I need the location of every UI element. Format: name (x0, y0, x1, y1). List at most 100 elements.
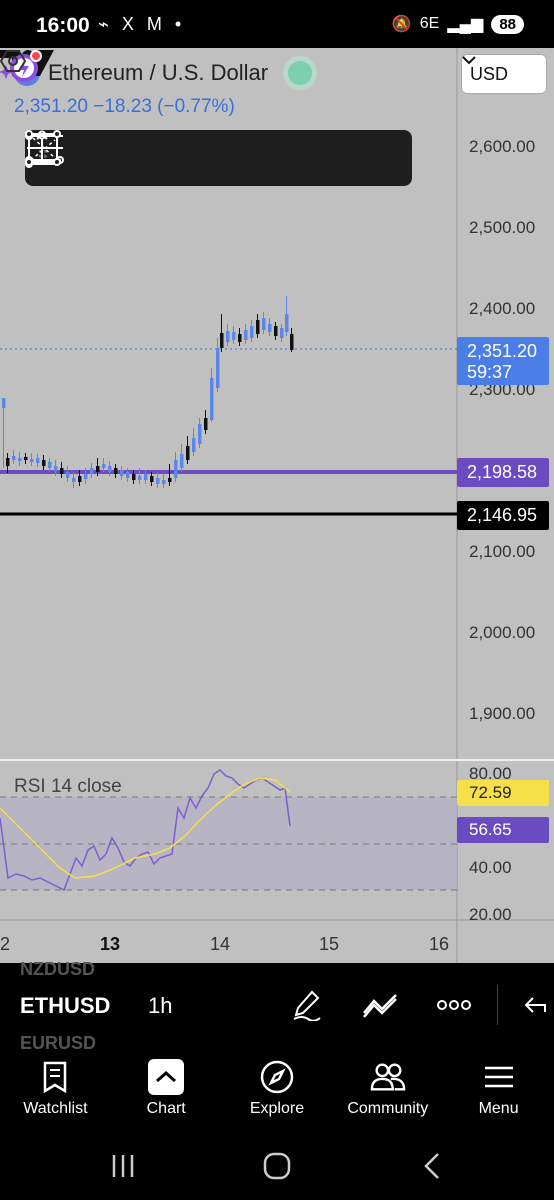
time-axis-label: 16 (429, 934, 450, 954)
candle-body (262, 318, 266, 330)
horizontal-ray-icon[interactable] (25, 130, 293, 186)
indicators-icon[interactable] (358, 983, 402, 1027)
symbol-bar: NZDUSD ETHUSD 1h EURUSD (0, 959, 554, 1054)
candle-body (285, 314, 289, 332)
candle-body (198, 424, 202, 444)
candle-body (238, 334, 242, 342)
status-bar: 16:00 ⌁ X M • 🔕 6E ▂▄▆ 88 (0, 0, 554, 48)
back-icon[interactable] (418, 1151, 448, 1181)
candle-body (274, 326, 278, 336)
candle-body (2, 398, 6, 408)
nav-item-chart[interactable]: Chart (111, 1053, 222, 1131)
candle-body (256, 320, 260, 334)
draw-pen-icon[interactable] (285, 983, 329, 1027)
fib-channel-icon[interactable] (25, 130, 351, 186)
candle-body (126, 472, 130, 478)
candle-body (280, 328, 284, 338)
rsi-axis-label: 20.00 (469, 905, 512, 924)
nav-label: Community (347, 1100, 429, 1117)
previous-symbol[interactable]: NZDUSD (20, 959, 95, 980)
nav-item-watchlist[interactable]: Watchlist (0, 1053, 111, 1131)
nav-label: Watchlist (23, 1100, 88, 1117)
current-price-tag: 2,351.20 59:37 (457, 337, 549, 385)
currency-select[interactable]: USD (461, 54, 547, 94)
system-nav (0, 1131, 554, 1200)
market-status-icon[interactable] (288, 61, 313, 85)
community-icon (370, 1059, 406, 1095)
rsi-ma-tag: 72.59 (457, 780, 549, 806)
candle-body (290, 334, 294, 350)
candle-body (204, 418, 208, 430)
network-label: 6E (419, 15, 440, 32)
nav-item-explore[interactable]: Explore (222, 1053, 333, 1131)
undo-icon[interactable] (518, 983, 554, 1027)
candle-body (244, 330, 248, 340)
price-axis-label: 2,000.00 (469, 623, 536, 642)
purple-line-price-tag: 2,198.58 (457, 458, 549, 487)
fib-extension-icon[interactable] (25, 130, 177, 186)
candle-body (54, 466, 58, 471)
drawing-toolbar: ⠿ (25, 130, 412, 186)
candle-body (120, 470, 124, 476)
next-symbol[interactable]: EURUSD (20, 1033, 96, 1054)
candle-body (232, 332, 236, 340)
candle-body (30, 459, 34, 462)
candlestick-series (2, 296, 294, 488)
candle-body (162, 480, 166, 484)
black-line-price-tag: 2,146.95 (457, 501, 549, 530)
candle-body (60, 468, 64, 474)
nav-item-community[interactable]: Community (332, 1053, 443, 1131)
nav-label: Menu (478, 1100, 519, 1117)
notification-icons: ⌁ X M • (98, 14, 186, 34)
status-right: 🔕 6E ▂▄▆ 88 (392, 14, 524, 34)
candle-body (250, 326, 254, 338)
time-axis-label: 15 (319, 934, 340, 954)
candle-body (138, 476, 142, 480)
candle-body (18, 458, 22, 461)
candle-body (174, 460, 178, 478)
candle-body (144, 474, 148, 480)
more-options-icon[interactable] (432, 983, 476, 1027)
nav-label: Chart (146, 1100, 186, 1117)
rsi-axis-label: 40.00 (469, 858, 512, 877)
rsi-value-tag: 56.65 (457, 817, 549, 843)
candle-body (220, 333, 224, 348)
candle-body (132, 474, 136, 480)
menu-icon (481, 1059, 517, 1095)
signal-icon: ▂▄▆ (447, 16, 484, 33)
symbol-header[interactable]: Ethereum / U.S. Dollar (14, 60, 313, 86)
candle-body (156, 478, 160, 484)
candle-body (102, 464, 106, 468)
candle-body (180, 454, 184, 468)
candle-body (24, 457, 28, 460)
chevron-down-icon (462, 56, 476, 65)
candle-body (186, 446, 190, 460)
candle-body (42, 460, 46, 466)
rectangle-icon[interactable] (25, 130, 409, 186)
parallel-lines-icon[interactable] (27, 130, 235, 186)
candle-body (226, 331, 230, 342)
time-axis-label: 13 (100, 934, 121, 954)
nav-label: Explore (249, 1100, 305, 1117)
toolbar-divider (497, 985, 498, 1025)
interval-selector[interactable]: 1h (148, 993, 172, 1019)
candle-body (96, 466, 100, 472)
symbol-ticker[interactable]: ETHUSD (20, 993, 110, 1019)
candle-body (216, 348, 220, 388)
nav-item-menu[interactable]: Menu (443, 1053, 554, 1131)
mute-icon: 🔕 (391, 16, 412, 33)
candle-body (66, 472, 70, 478)
chart-area[interactable]: Ethereum / U.S. Dollar 2,351.20 −18.23 (… (0, 48, 554, 963)
recent-apps-icon[interactable] (108, 1151, 138, 1181)
battery-level: 88 (491, 14, 524, 34)
candle-body (36, 458, 40, 463)
price-axis-label: 2,600.00 (469, 137, 536, 156)
rsi-indicator-label[interactable]: RSI 14 close (14, 776, 122, 798)
price-axis-label: 2,100.00 (469, 542, 536, 561)
candle-body (6, 458, 10, 466)
reset-chart-icon[interactable] (0, 48, 26, 74)
candle-body (84, 474, 88, 479)
home-icon[interactable] (262, 1151, 292, 1181)
compass-icon (259, 1059, 295, 1095)
range-tool-icon[interactable] (25, 130, 119, 186)
